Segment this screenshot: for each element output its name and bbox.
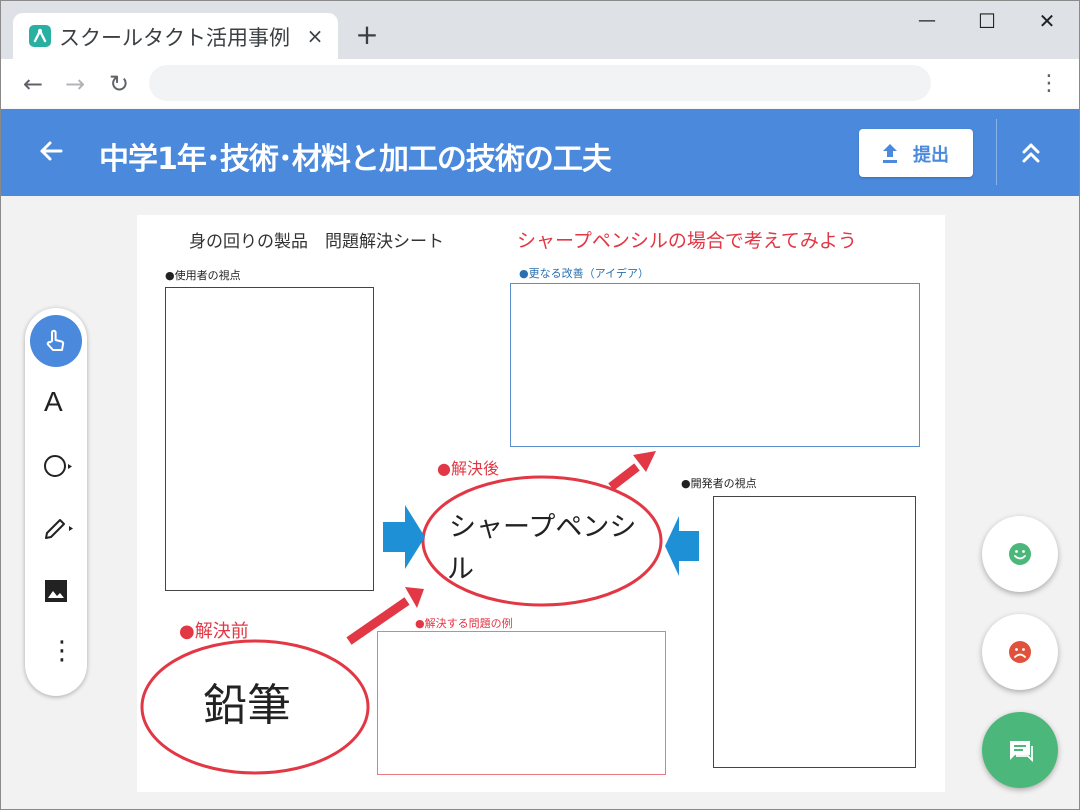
address-bar[interactable] [149,65,931,101]
upload-icon [883,144,897,163]
content-area: 身の回りの製品 問題解決シート シャープペンシルの場合で考えてみよう ●使用者の… [1,196,1079,809]
before-item-text: 鉛筆 [203,680,291,731]
right-blue-arrow [665,516,699,576]
worksheet[interactable]: 身の回りの製品 問題解決シート シャープペンシルの場合で考えてみよう ●使用者の… [137,215,945,792]
page-title: 中学1年･技術･材料と加工の技術の工夫 [99,142,612,177]
image-icon [45,580,67,602]
more-vert-icon: ⋮ [49,636,75,666]
smiley-happy-icon [1009,543,1031,565]
tab-strip: スクールタクト活用事例 × + — ☐ ✕ [1,1,1079,59]
smiley-sad-icon [1009,641,1031,663]
browser-toolbar: ← → ↻ ⋮ [1,59,1079,109]
collapse-chevron-up-icon[interactable] [1013,135,1049,171]
tab-close-button[interactable]: × [301,22,329,50]
browser-window: スクールタクト活用事例 × + — ☐ ✕ ← → ↻ ⋮ 中学1年･技術･材料… [0,0,1080,810]
circle-shape-icon [44,455,72,477]
image-tool[interactable] [30,565,82,617]
left-blue-arrow [383,505,425,569]
after-item-text-line2: ル [447,554,474,585]
new-tab-button[interactable]: + [351,19,383,51]
browser-tab[interactable]: スクールタクト活用事例 × [13,13,338,59]
maximize-button[interactable]: ☐ [957,1,1017,41]
text-tool[interactable]: A [30,378,82,430]
more-tools-button[interactable]: ⋮ [30,626,82,678]
pen-tool[interactable] [30,502,82,554]
browser-menu-button[interactable]: ⋮ [1035,68,1063,100]
school-takt-favicon-icon [29,25,51,47]
pointer-tool[interactable] [30,315,82,367]
back-arrow-icon[interactable] [33,133,69,169]
header-divider [996,119,997,185]
submit-button[interactable]: 提出 [859,129,973,177]
comment-button[interactable] [982,712,1058,788]
bad-reaction-button[interactable] [982,614,1058,690]
forward-button[interactable]: → [59,68,91,100]
tool-palette: A ⋮ [25,308,87,696]
text-tool-icon: A [44,386,63,417]
submit-label: 提出 [913,145,949,166]
reload-button[interactable]: ↻ [103,68,135,100]
back-button[interactable]: ← [17,68,49,100]
tab-title: スクールタクト活用事例 [59,26,290,50]
chat-icon [1010,741,1033,763]
after-item-text-line1: シャープペンシ [449,512,637,543]
hand-pointer-icon [46,329,65,351]
window-close-button[interactable]: ✕ [1017,1,1077,41]
shape-tool[interactable] [30,440,82,492]
minimize-button[interactable]: — [897,1,957,41]
good-reaction-button[interactable] [982,516,1058,592]
pencil-icon [45,519,73,539]
app-header: 中学1年･技術･材料と加工の技術の工夫 提出 [1,109,1079,196]
